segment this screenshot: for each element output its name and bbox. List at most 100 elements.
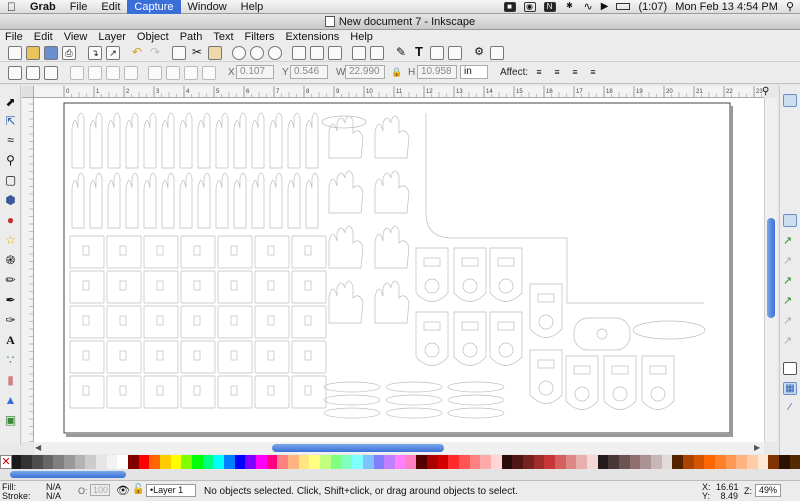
snap-paths-icon[interactable]: ↗ [783,234,797,247]
spiral-tool-icon[interactable]: ֎ [3,253,18,268]
save-icon[interactable] [44,46,58,60]
palette-swatch[interactable] [640,455,651,469]
palette-swatch[interactable] [522,455,534,469]
star-tool-icon[interactable]: ☆ [3,233,18,248]
select-all-layers-icon[interactable] [26,66,40,80]
app-menu-layer[interactable]: Layer [93,31,132,43]
palette-swatch[interactable] [64,455,75,469]
unlink-clone-icon[interactable] [328,46,342,60]
palette-swatch[interactable] [565,455,577,469]
rotate-ccw-icon[interactable] [70,66,84,80]
select-all-icon[interactable] [8,66,22,80]
clone-icon[interactable] [310,46,324,60]
palette-swatch[interactable] [266,455,278,469]
palette-swatch[interactable] [394,455,406,469]
fill-stroke-icon[interactable]: ✎ [394,46,408,60]
ellipse-tool-icon[interactable]: ● [3,213,18,228]
bluetooth-icon[interactable]: ✱ [564,1,576,12]
palette-swatch[interactable] [512,455,523,469]
app-menu-path[interactable]: Path [175,31,209,43]
palette-swatch[interactable] [693,455,705,469]
menu-grab[interactable]: Grab [23,0,63,14]
palette-swatch[interactable] [437,455,449,469]
palette-swatch[interactable] [10,455,22,469]
palette-swatch[interactable] [768,455,780,469]
scroll-right-arrow-icon[interactable]: ▶ [754,443,760,452]
palette-swatch[interactable] [341,455,353,469]
drawing-canvas[interactable] [34,98,764,442]
palette-swatch[interactable] [213,455,225,469]
palette-swatch[interactable] [32,455,43,469]
vertical-scrollbar[interactable] [764,98,777,442]
document-properties-icon[interactable] [490,46,504,60]
apple-icon[interactable]:  [0,0,23,14]
import-icon[interactable]: ↴ [88,46,102,60]
app-menu-view[interactable]: View [59,31,94,43]
palette-swatch[interactable] [458,455,470,469]
app-menu-text[interactable]: Text [208,31,239,43]
battery-icon[interactable] [616,3,631,10]
ungroup-icon[interactable] [370,46,384,60]
palette-swatch[interactable] [373,455,385,469]
lock-icon[interactable]: 🔒 [390,66,404,80]
palette-swatch[interactable] [480,455,491,469]
palette-swatch[interactable] [106,455,118,469]
palette-swatch[interactable] [85,455,97,469]
palette-swatch[interactable] [224,455,235,469]
palette-swatch[interactable] [234,455,246,469]
palette-swatch[interactable] [309,455,321,469]
zoom-page-icon[interactable] [268,46,282,60]
snap-bbox-corner-icon[interactable] [783,156,797,169]
palette-swatch[interactable] [416,455,427,469]
palette-swatch[interactable] [128,455,139,469]
scale-corners-icon[interactable]: ≡ [550,66,564,80]
palette-swatch[interactable] [608,455,619,469]
lock-layer-icon[interactable]: 🔓 [132,484,144,495]
menu-window[interactable]: Window [181,0,234,14]
volume-icon[interactable]: ▶ [601,1,609,12]
calligraphy-tool-icon[interactable]: ✑ [3,313,18,328]
palette-swatch[interactable] [554,455,566,469]
palette-swatch[interactable] [245,455,257,469]
palette-swatch[interactable] [704,455,716,469]
palette-swatch[interactable] [160,455,171,469]
palette-swatch[interactable] [202,455,214,469]
palette-swatch[interactable] [42,455,54,469]
horizontal-scroll-thumb[interactable] [272,444,444,452]
zoom-tool-icon[interactable]: ⚲ [3,153,18,168]
pencil-tool-icon[interactable]: ✏ [3,273,18,288]
node-tool-icon[interactable]: ⇱ [3,114,18,129]
palette-swatch[interactable] [586,455,598,469]
palette-swatch[interactable] [736,455,748,469]
print-icon[interactable]: ⎙ [62,46,76,60]
palette-swatch[interactable] [256,455,267,469]
snap-smooth-icon[interactable]: ↗ [783,294,797,307]
palette-swatch[interactable] [747,455,758,469]
palette-swatch[interactable] [74,455,86,469]
palette-swatch[interactable] [362,455,374,469]
rectangle-tool-icon[interactable]: ▢ [3,173,18,188]
palette-swatch[interactable] [352,455,363,469]
new-document-icon[interactable] [8,46,22,60]
snap-nodes-icon[interactable] [783,214,797,227]
horizontal-scrollbar[interactable]: ◀ ▶ [34,442,764,454]
palette-swatch[interactable] [181,455,193,469]
paste-icon[interactable] [208,46,222,60]
clock[interactable]: Mon Feb 13 4:54 PM [675,1,778,13]
opacity-field[interactable]: 100 [90,484,110,496]
raise-to-top-icon[interactable] [148,66,162,80]
app-menu-help[interactable]: Help [345,31,379,43]
raise-icon[interactable] [166,66,180,80]
rotate-cw-icon[interactable] [88,66,102,80]
palette-scroll-thumb[interactable] [10,471,126,478]
palette-swatch[interactable] [789,455,800,469]
snap-bbox-edge-icon[interactable] [783,136,797,149]
eye-icon[interactable]: 👁 [116,484,130,497]
snap-enable-icon[interactable] [783,94,797,107]
palette-swatch[interactable] [683,455,694,469]
app-menu-edit[interactable]: Edit [29,31,59,43]
snap-intersections-icon[interactable]: ↗ [783,254,797,267]
3d-box-tool-icon[interactable]: ⬢ [3,193,18,208]
group-icon[interactable] [352,46,366,60]
flip-vertical-icon[interactable] [124,66,138,80]
